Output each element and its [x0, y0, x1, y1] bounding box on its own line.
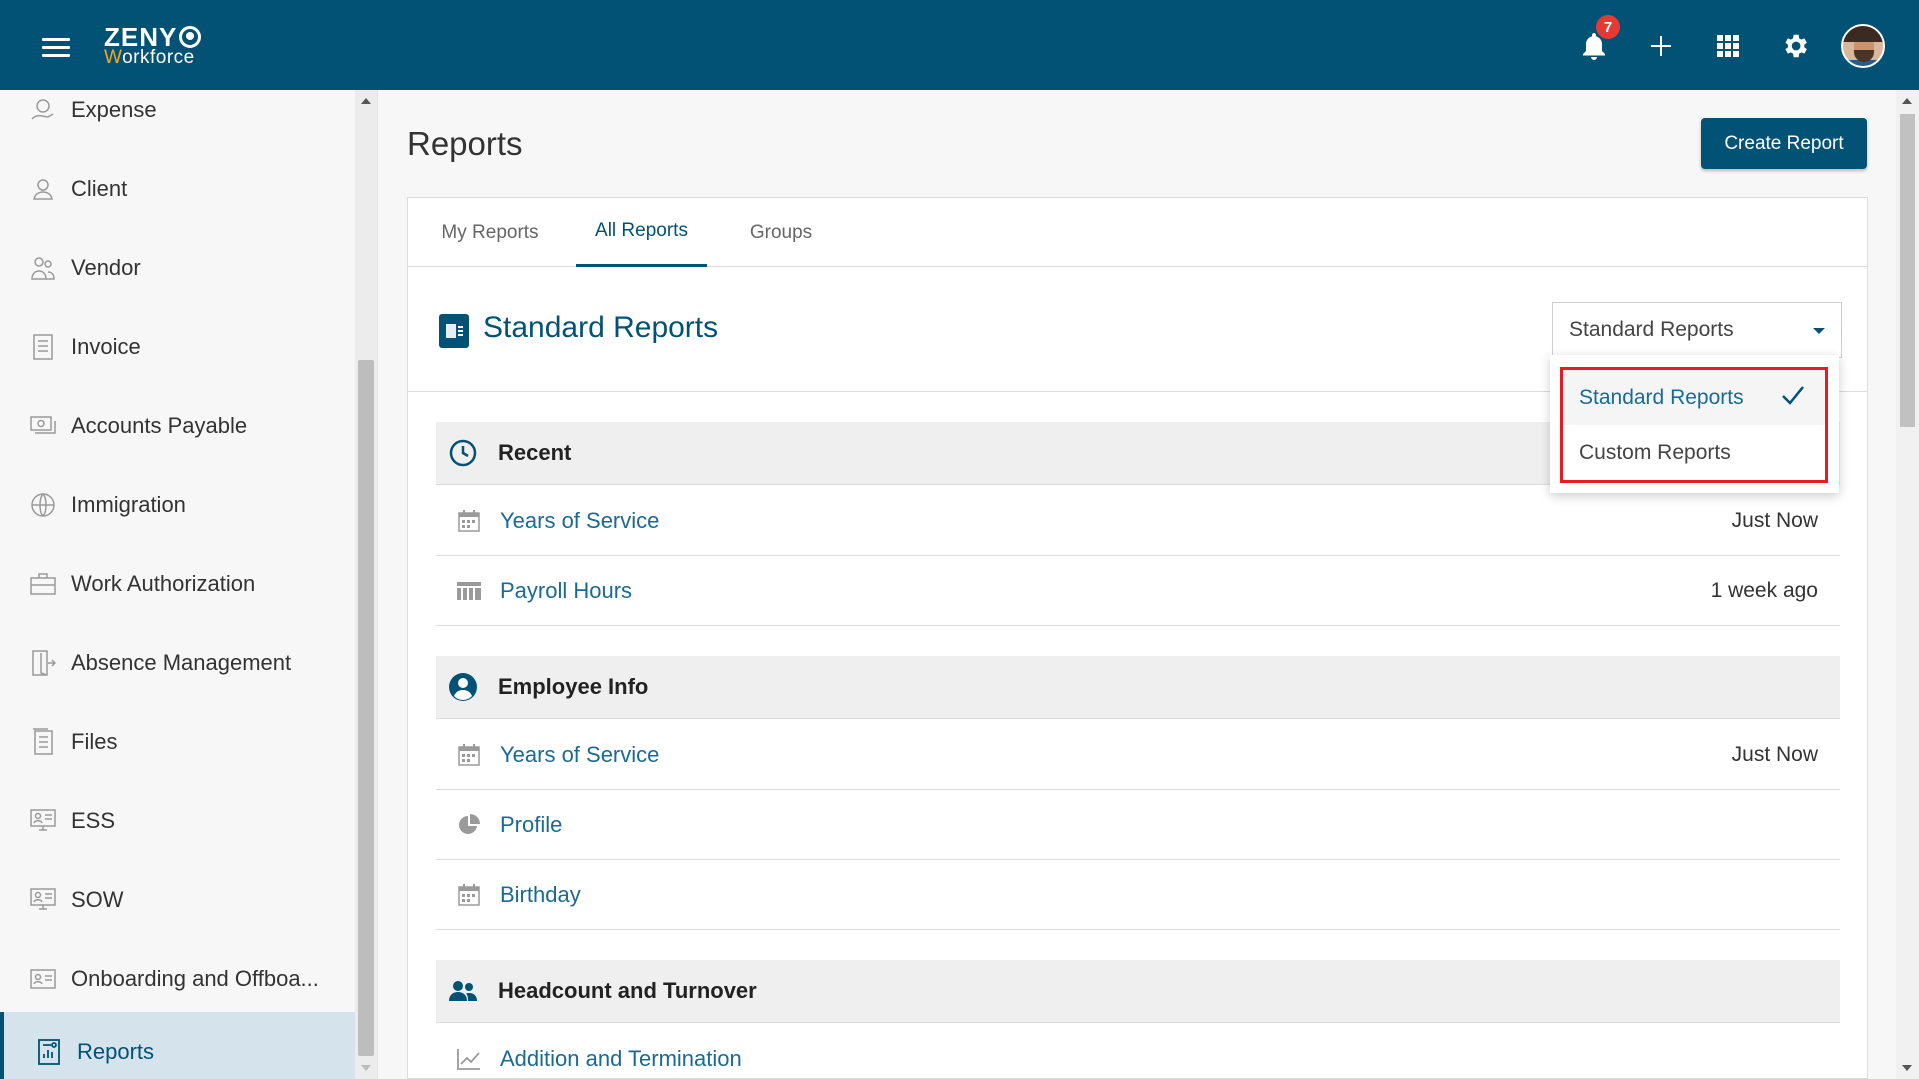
- report-row[interactable]: Years of Service Just Now: [436, 720, 1840, 790]
- user-avatar[interactable]: [1841, 24, 1885, 68]
- sidebar-item-files[interactable]: Files: [0, 702, 355, 781]
- report-link[interactable]: Addition and Termination: [500, 1046, 742, 1072]
- report-link[interactable]: Payroll Hours: [500, 578, 632, 604]
- reports-icon: [35, 1038, 63, 1066]
- sidebar-item-expense[interactable]: Expense: [0, 90, 355, 149]
- tab-groups[interactable]: Groups: [736, 198, 826, 267]
- section-title: Recent: [498, 440, 572, 465]
- calendar-icon: [456, 882, 482, 908]
- sidebar-item-label: ESS: [71, 807, 116, 833]
- line-chart-icon: [456, 1046, 482, 1072]
- reports-panel: My Reports All Reports Groups Standard R…: [407, 197, 1868, 1079]
- ess-icon: [29, 807, 57, 835]
- standard-reports-icon: [439, 314, 469, 348]
- report-row[interactable]: Years of Service Just Now: [436, 486, 1840, 556]
- section-header-employee-info: Employee Info: [436, 656, 1840, 719]
- expense-icon: [29, 96, 57, 124]
- client-icon: [29, 175, 57, 203]
- scroll-up-arrow-icon[interactable]: [361, 98, 371, 104]
- sidebar-item-label: Immigration: [71, 491, 186, 517]
- apps-grid-icon[interactable]: [1708, 26, 1748, 66]
- sidebar-item-label: Expense: [71, 96, 157, 122]
- sidebar-item-label: Absence Management: [71, 649, 292, 675]
- sidebar: Expense Client Vendor Invoice Accounts P…: [0, 90, 378, 1079]
- invoice-icon: [29, 333, 57, 361]
- report-link[interactable]: Years of Service: [500, 508, 659, 534]
- settings-gear-icon[interactable]: [1775, 26, 1815, 66]
- sidebar-item-vendor[interactable]: Vendor: [0, 228, 355, 307]
- section-header-headcount-turnover: Headcount and Turnover: [436, 960, 1840, 1023]
- sidebar-item-sow[interactable]: SOW: [0, 860, 355, 939]
- report-timestamp: Just Now: [1731, 742, 1818, 766]
- section-title: Employee Info: [498, 674, 649, 699]
- calendar-icon: [456, 508, 482, 534]
- work-authorization-icon: [29, 570, 57, 598]
- select-value: Standard Reports: [1569, 318, 1734, 341]
- tab-all-reports[interactable]: All Reports: [576, 198, 707, 267]
- sidebar-item-absence-management[interactable]: Absence Management: [0, 623, 355, 702]
- sidebar-item-label: Onboarding and Offboa...: [71, 965, 319, 991]
- sidebar-item-label: Files: [71, 728, 118, 754]
- sidebar-item-label: Invoice: [71, 333, 141, 359]
- standard-reports-title: Standard Reports: [483, 311, 719, 344]
- create-report-button[interactable]: Create Report: [1701, 118, 1867, 169]
- report-link[interactable]: Years of Service: [500, 742, 659, 768]
- top-bar: ZENY Workforce 7: [0, 0, 1919, 90]
- scroll-up-arrow-icon[interactable]: [1902, 98, 1912, 104]
- brand-logo[interactable]: ZENY Workforce: [104, 24, 202, 67]
- hamburger-menu-icon[interactable]: [42, 38, 70, 58]
- sidebar-item-onboarding[interactable]: Onboarding and Offboa...: [0, 939, 355, 1018]
- sidebar-item-accounts-payable[interactable]: Accounts Payable: [0, 386, 355, 465]
- scroll-down-arrow-icon[interactable]: [361, 1065, 371, 1071]
- report-link[interactable]: Profile: [500, 812, 562, 838]
- sidebar-scrollbar[interactable]: [355, 90, 377, 1079]
- tab-my-reports[interactable]: My Reports: [436, 198, 544, 267]
- users-icon: [448, 976, 478, 1006]
- sidebar-scroll-thumb[interactable]: [358, 360, 374, 1056]
- notification-count-badge: 7: [1594, 13, 1622, 41]
- report-row[interactable]: Addition and Termination: [436, 1024, 1840, 1079]
- report-link[interactable]: Birthday: [500, 882, 581, 908]
- vendor-icon: [29, 254, 57, 282]
- report-row[interactable]: Profile: [436, 790, 1840, 860]
- sidebar-item-label: SOW: [71, 886, 124, 912]
- section-title: Headcount and Turnover: [498, 978, 757, 1003]
- report-row[interactable]: Birthday: [436, 860, 1840, 930]
- onboarding-icon: [29, 965, 57, 993]
- sidebar-item-reports[interactable]: Reports: [0, 1012, 355, 1079]
- highlight-outline: [1560, 367, 1828, 483]
- chevron-down-icon: [1813, 328, 1825, 334]
- report-type-dropdown-menu: Standard Reports Custom Reports: [1550, 355, 1839, 493]
- user-circle-icon: [448, 672, 478, 702]
- main-scroll-thumb[interactable]: [1900, 114, 1915, 427]
- sidebar-item-label: Client: [71, 175, 128, 201]
- report-timestamp: 1 week ago: [1710, 578, 1818, 602]
- sidebar-item-label: Reports: [77, 1038, 155, 1064]
- sidebar-item-label: Vendor: [71, 254, 141, 280]
- sidebar-item-client[interactable]: Client: [0, 149, 355, 228]
- add-plus-icon[interactable]: [1641, 26, 1681, 66]
- absence-management-icon: [29, 649, 57, 677]
- immigration-icon: [29, 491, 57, 519]
- report-tabs: My Reports All Reports Groups: [408, 198, 1867, 267]
- table-icon: [456, 578, 482, 604]
- clock-icon: [448, 438, 478, 468]
- sidebar-item-invoice[interactable]: Invoice: [0, 307, 355, 386]
- sow-icon: [29, 886, 57, 914]
- files-icon: [29, 727, 57, 756]
- scroll-down-arrow-icon[interactable]: [1902, 1065, 1912, 1071]
- sidebar-item-work-authorization[interactable]: Work Authorization: [0, 544, 355, 623]
- report-row[interactable]: Payroll Hours 1 week ago: [436, 556, 1840, 626]
- sidebar-item-ess[interactable]: ESS: [0, 781, 355, 860]
- report-timestamp: Just Now: [1731, 508, 1818, 532]
- report-type-select[interactable]: Standard Reports: [1552, 302, 1842, 358]
- pie-chart-icon: [456, 812, 482, 838]
- page-title: Reports: [407, 125, 523, 162]
- calendar-icon: [456, 742, 482, 768]
- main-scrollbar[interactable]: [1896, 90, 1919, 1079]
- sidebar-item-label: Accounts Payable: [71, 412, 248, 438]
- sidebar-item-label: Work Authorization: [71, 570, 256, 596]
- sidebar-item-immigration[interactable]: Immigration: [0, 465, 355, 544]
- accounts-payable-icon: [29, 412, 57, 440]
